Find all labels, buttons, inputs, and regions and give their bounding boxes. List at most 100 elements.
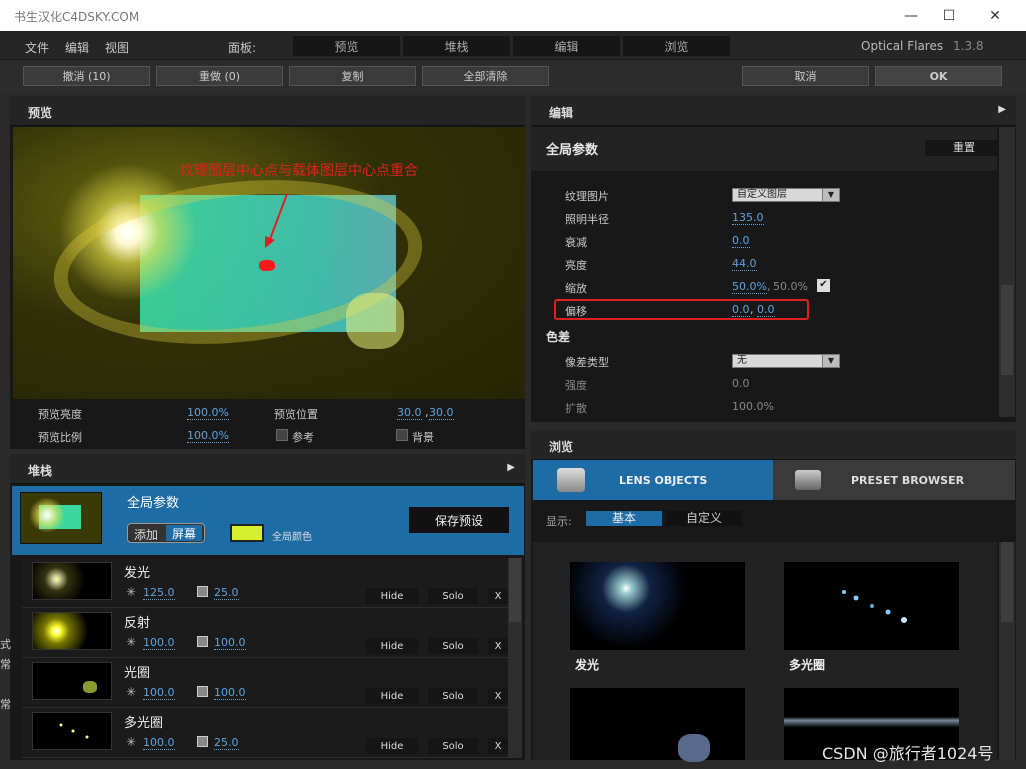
tab-preset-browser[interactable]: PRESET BROWSER bbox=[773, 460, 1015, 500]
preview-viewport[interactable]: 纹理图层中心点与载体图层中心点重合 bbox=[13, 127, 525, 399]
offset-y-value[interactable]: 0.0 bbox=[757, 303, 775, 317]
delete-button[interactable]: X bbox=[488, 588, 508, 604]
filter-custom[interactable]: 自定义 bbox=[666, 511, 742, 526]
undo-button[interactable]: 撤消 (10) bbox=[23, 66, 150, 86]
center-marker bbox=[259, 260, 275, 271]
clear-all-button[interactable]: 全部清除 bbox=[422, 66, 549, 86]
offset-x-value[interactable]: 0.0 bbox=[732, 303, 750, 317]
tab-lens-objects[interactable]: LENS OBJECTS bbox=[533, 460, 773, 500]
panel-expand-icon[interactable]: ▶ bbox=[998, 104, 1006, 115]
thumbnail-multi-iris[interactable] bbox=[784, 562, 959, 650]
stack-item[interactable]: 反射 ✳ 100.0 100.0 Hide Solo X bbox=[22, 608, 516, 658]
annotation-arrow-icon bbox=[265, 193, 288, 248]
panel-label: 面板: bbox=[228, 41, 257, 55]
reference-checkbox[interactable] bbox=[276, 429, 288, 441]
stack-scrollbar[interactable] bbox=[508, 558, 522, 758]
blend-mode-toggle[interactable]: 添加 屏幕 bbox=[127, 523, 205, 543]
scroll-thumb[interactable] bbox=[509, 558, 521, 622]
stack-panel: 堆栈 ▶ 全局参数 添加 屏幕 全局颜色 保存预设 发光 ✳ 125.0 25.0 Hi… bbox=[10, 454, 525, 760]
save-preset-button[interactable]: 保存预设 bbox=[409, 507, 509, 533]
background-checkbox[interactable] bbox=[396, 429, 408, 441]
global-params-row[interactable]: 全局参数 添加 屏幕 全局颜色 保存预设 bbox=[12, 486, 524, 555]
menu-edit[interactable]: 编辑 bbox=[65, 39, 89, 56]
stack-item[interactable]: 发光 ✳ 125.0 25.0 Hide Solo X bbox=[22, 558, 516, 608]
tab-editor[interactable]: 编辑 bbox=[513, 36, 620, 56]
stack-item[interactable]: 多光圈 ✳ 100.0 25.0 Hide Solo X bbox=[22, 708, 516, 758]
panel-expand-icon[interactable]: ▶ bbox=[507, 462, 515, 473]
global-thumbnail bbox=[20, 492, 102, 544]
delete-button[interactable]: X bbox=[488, 638, 508, 654]
menu-view[interactable]: 视图 bbox=[105, 39, 129, 56]
tab-preview[interactable]: 预览 bbox=[293, 36, 400, 56]
texture-dropdown[interactable]: 自定义图层 ▼ bbox=[732, 188, 840, 202]
tab-browser[interactable]: 浏览 bbox=[623, 36, 730, 56]
multi-iris-icon bbox=[842, 590, 907, 623]
row-label: 亮度 bbox=[565, 259, 587, 272]
scale-value[interactable]: 100.0% bbox=[187, 429, 229, 443]
hide-button[interactable]: Hide bbox=[366, 688, 418, 704]
close-button[interactable]: ✕ bbox=[972, 0, 1018, 31]
stack-scale[interactable]: 25.0 bbox=[214, 736, 239, 750]
position-y-value[interactable]: 30.0 bbox=[429, 406, 454, 420]
spread-value[interactable]: 100.0% bbox=[732, 400, 774, 413]
brightness-value[interactable]: 44.0 bbox=[732, 257, 757, 271]
maximize-button[interactable]: ☐ bbox=[926, 0, 972, 31]
falloff-value[interactable]: 0.0 bbox=[732, 234, 750, 248]
solo-button[interactable]: Solo bbox=[428, 588, 478, 604]
scale-icon bbox=[197, 686, 208, 697]
hide-button[interactable]: Hide bbox=[366, 638, 418, 654]
solo-button[interactable]: Solo bbox=[428, 688, 478, 704]
browser-scrollbar[interactable] bbox=[999, 542, 1015, 760]
scroll-thumb[interactable] bbox=[1001, 285, 1013, 375]
brightness-label: 预览亮度 bbox=[38, 408, 82, 421]
scale-icon bbox=[197, 736, 208, 747]
close-icon: ✕ bbox=[989, 7, 1001, 24]
solo-button[interactable]: Solo bbox=[428, 738, 478, 754]
radius-value[interactable]: 135.0 bbox=[732, 211, 764, 225]
stack-scale[interactable]: 25.0 bbox=[214, 586, 239, 600]
global-color-swatch[interactable] bbox=[230, 524, 264, 542]
filter-basic[interactable]: 基本 bbox=[586, 511, 662, 526]
stack-scale[interactable]: 100.0 bbox=[214, 686, 246, 700]
editor-title: 编辑 bbox=[549, 106, 574, 120]
thumbnail-glow[interactable] bbox=[570, 562, 745, 650]
scroll-thumb[interactable] bbox=[1001, 542, 1013, 622]
brightness-icon: ✳ bbox=[126, 735, 137, 749]
reset-button[interactable]: 重置 bbox=[925, 140, 1003, 156]
ok-button[interactable]: OK bbox=[875, 66, 1002, 86]
row-label: 像差类型 bbox=[565, 356, 609, 369]
position-x-value[interactable]: 30.0 bbox=[397, 406, 422, 420]
screen-option[interactable]: 屏幕 bbox=[166, 525, 202, 541]
thumbnail-iris[interactable] bbox=[570, 688, 745, 762]
scale-lock-checkbox[interactable]: ✔ bbox=[817, 279, 830, 292]
hide-button[interactable]: Hide bbox=[366, 588, 418, 604]
stack-thumbnail bbox=[32, 612, 112, 650]
brightness-value[interactable]: 100.0% bbox=[187, 406, 229, 420]
solo-button[interactable]: Solo bbox=[428, 638, 478, 654]
stack-brightness[interactable]: 100.0 bbox=[143, 736, 175, 750]
strength-value[interactable]: 0.0 bbox=[732, 377, 750, 390]
aberration-dropdown[interactable]: 无 ▼ bbox=[732, 354, 840, 368]
cancel-button[interactable]: 取消 bbox=[742, 66, 869, 86]
stack-scale[interactable]: 100.0 bbox=[214, 636, 246, 650]
toolbar: 撤消 (10) 重做 (0) 复制 全部清除 取消 OK bbox=[0, 61, 1026, 93]
redo-button[interactable]: 重做 (0) bbox=[156, 66, 283, 86]
chevron-down-icon: ▼ bbox=[822, 189, 839, 201]
stack-brightness[interactable]: 100.0 bbox=[143, 636, 175, 650]
scale-y-value[interactable]: 50.0% bbox=[773, 280, 808, 293]
delete-button[interactable]: X bbox=[488, 688, 508, 704]
menu-file[interactable]: 文件 bbox=[25, 39, 49, 56]
scale-x-value[interactable]: 50.0% bbox=[732, 280, 767, 294]
delete-button[interactable]: X bbox=[488, 738, 508, 754]
global-params-header: 全局参数 重置 bbox=[531, 127, 1003, 171]
tab-stack[interactable]: 堆栈 bbox=[403, 36, 510, 56]
copy-button[interactable]: 复制 bbox=[289, 66, 416, 86]
hide-button[interactable]: Hide bbox=[366, 738, 418, 754]
edge-text: 常 bbox=[0, 658, 11, 671]
editor-scrollbar[interactable] bbox=[999, 127, 1015, 417]
show-label: 显示: bbox=[546, 515, 572, 528]
stack-brightness[interactable]: 100.0 bbox=[143, 686, 175, 700]
add-option[interactable]: 添加 bbox=[134, 526, 158, 543]
stack-item[interactable]: 光圈 ✳ 100.0 100.0 Hide Solo X bbox=[22, 658, 516, 708]
stack-brightness[interactable]: 125.0 bbox=[143, 586, 175, 600]
